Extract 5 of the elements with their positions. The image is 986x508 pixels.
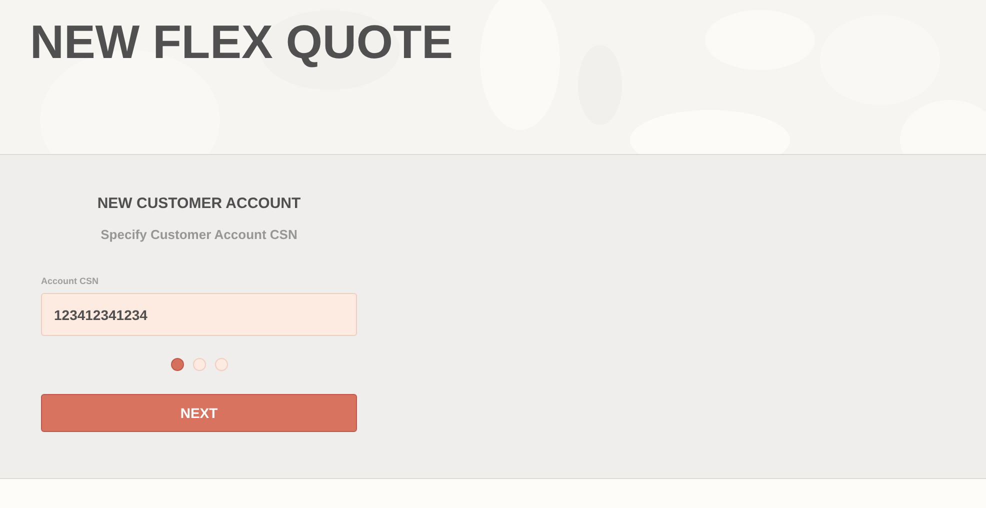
account-csn-field[interactable]: 123412341234 bbox=[41, 293, 357, 336]
field-label: Account CSN bbox=[41, 276, 100, 287]
section-heading: NEW CUSTOMER ACCOUNT bbox=[96, 195, 302, 213]
section-subheading: Specify Customer Account CSN bbox=[100, 227, 298, 243]
page-title: NEW FLEX QUOTE bbox=[29, 14, 454, 70]
